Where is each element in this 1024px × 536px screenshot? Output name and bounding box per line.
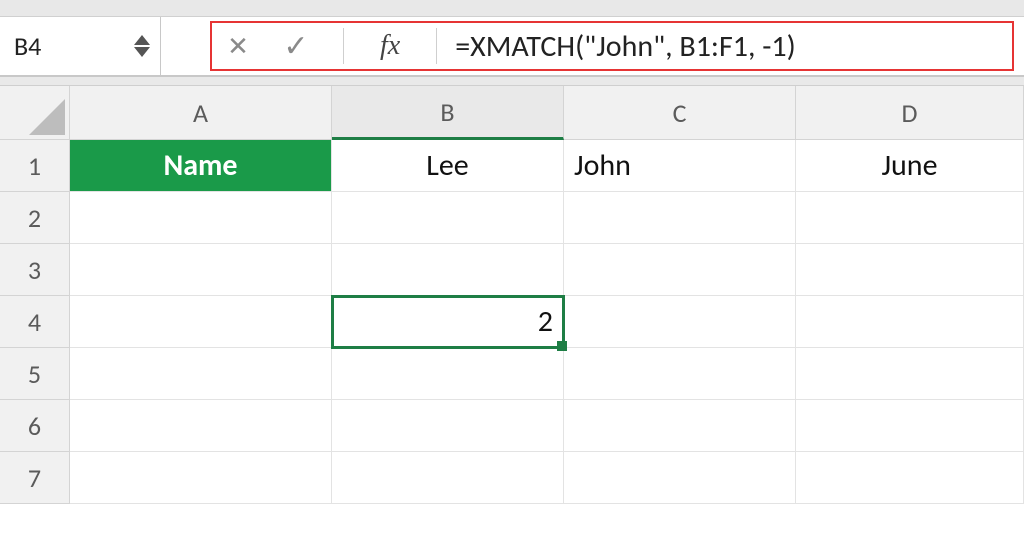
col-header-A[interactable]: A (70, 86, 332, 140)
cell-B3[interactable] (332, 244, 564, 296)
row-header-1[interactable]: 1 (0, 140, 70, 192)
cell-D6[interactable] (796, 400, 1024, 452)
cell-B1[interactable]: Lee (332, 140, 564, 192)
name-box[interactable]: B4 (0, 17, 161, 75)
row-header-4[interactable]: 4 (0, 296, 70, 348)
cell-C3[interactable] (564, 244, 796, 296)
cell-A7[interactable] (70, 452, 332, 504)
select-all-triangle[interactable] (0, 86, 70, 140)
accept-formula-button[interactable] (279, 29, 313, 63)
cell-D7[interactable] (796, 452, 1024, 504)
cell-B6[interactable] (332, 400, 564, 452)
cell-D2[interactable] (796, 192, 1024, 244)
cell-C4[interactable] (564, 296, 796, 348)
row-header-7[interactable]: 7 (0, 452, 70, 504)
cell-C5[interactable] (564, 348, 796, 400)
cell-A1[interactable]: Name (70, 140, 332, 192)
cell-D4[interactable] (796, 296, 1024, 348)
cell-A3[interactable] (70, 244, 332, 296)
chevron-down-icon[interactable] (134, 47, 150, 57)
fx-icon[interactable]: fx (374, 30, 406, 62)
divider (436, 28, 437, 64)
cell-A2[interactable] (70, 192, 332, 244)
cell-C2[interactable] (564, 192, 796, 244)
cell-B4[interactable]: 2 (332, 296, 564, 348)
cell-D5[interactable] (796, 348, 1024, 400)
name-box-spinner[interactable] (134, 35, 150, 57)
chevron-up-icon[interactable] (134, 35, 150, 45)
name-box-value: B4 (0, 30, 41, 62)
row-header-6[interactable]: 6 (0, 400, 70, 452)
cell-C7[interactable] (564, 452, 796, 504)
col-header-D[interactable]: D (796, 86, 1024, 140)
row-header-5[interactable]: 5 (0, 348, 70, 400)
cell-B7[interactable] (332, 452, 564, 504)
formula-text: =XMATCH("John", B1:F1, -1) (455, 28, 796, 65)
col-header-C[interactable]: C (564, 86, 796, 140)
cell-A6[interactable] (70, 400, 332, 452)
cell-D1[interactable]: June (796, 140, 1024, 192)
cell-C1[interactable]: John (564, 140, 796, 192)
formula-bar: B4 fx =XMATCH("John", B1:F1, -1) (0, 17, 1024, 77)
col-header-B[interactable]: B (332, 86, 564, 140)
row-header-3[interactable]: 3 (0, 244, 70, 296)
cell-A5[interactable] (70, 348, 332, 400)
cell-B2[interactable] (332, 192, 564, 244)
cell-D3[interactable] (796, 244, 1024, 296)
cancel-formula-button[interactable] (221, 29, 255, 63)
divider (343, 28, 344, 64)
formula-input[interactable]: =XMATCH("John", B1:F1, -1) (443, 17, 1024, 75)
row-header-2[interactable]: 2 (0, 192, 70, 244)
cell-C6[interactable] (564, 400, 796, 452)
cell-A4[interactable] (70, 296, 332, 348)
worksheet-grid[interactable]: A B C D 1 Name Lee John June 2 3 4 2 5 6… (0, 86, 1024, 504)
cell-B5[interactable] (332, 348, 564, 400)
